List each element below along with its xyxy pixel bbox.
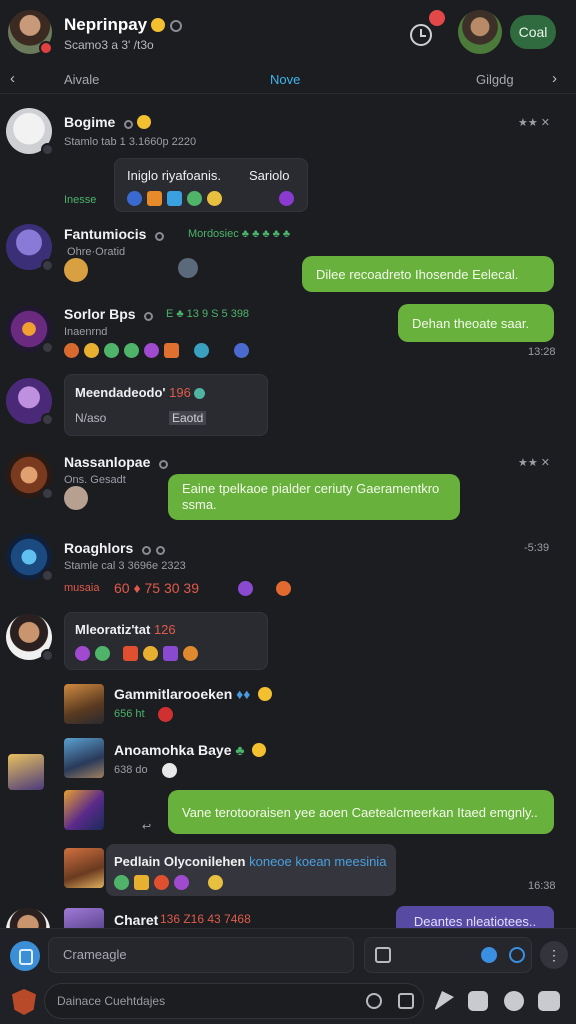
chat-title: Neprinpay [64,15,183,35]
avatar[interactable] [6,108,54,156]
message-tag: E ♣ 13 9 S 5 398 [166,308,250,320]
emoji-icon[interactable] [481,947,497,963]
avatar[interactable] [64,790,104,830]
reaction-row [158,706,178,724]
reaction-avatar [178,258,198,278]
clock-icon[interactable] [410,24,432,46]
reaction-avatar [64,258,88,282]
reaction-row [64,342,254,360]
message-tag: musaia [64,582,100,594]
sender-name: Nassanlopae [64,454,169,470]
reaction-row [162,762,182,780]
message-input[interactable]: Crameagle [48,937,354,973]
sender-name: Roaghlors [64,540,166,556]
group-icon[interactable] [8,754,44,790]
star-icon [137,115,152,129]
message-subtitle: Stamlo tab 1 3.1660p 2220 [64,136,197,148]
sender-name: Meendadeodo' 196 [75,385,210,400]
contact-avatar[interactable] [458,10,502,54]
file-icon[interactable] [375,947,391,963]
message-bubble[interactable]: Dilee recoadreto Ihosende Eelecal. [302,256,554,292]
crown-icon [151,18,166,32]
more-icon[interactable]: ⋮ [540,941,568,969]
avatar[interactable] [6,452,54,500]
message-time: 13:28 [528,346,556,358]
sender-name: Gammitlarooeken ♦♦ [114,686,273,702]
message-subtitle: 656 ht [114,708,145,720]
camera-icon[interactable] [504,991,524,1011]
message-bubble[interactable]: Vane terotooraisen yee aoen Caetealcmeer… [168,790,554,834]
sender-name: Charet [114,912,159,928]
avatar[interactable] [6,378,54,426]
shield-icon[interactable] [12,989,36,1015]
message-bubble[interactable]: Meendadeodo' 196 N/aso Eaotd [64,374,268,436]
avatar[interactable] [6,224,54,272]
chevron-left-icon[interactable]: ‹ [10,70,15,87]
attachment-tag[interactable]: Eaotd [169,411,207,425]
message-subtitle: 638 do [114,764,148,776]
avatar[interactable] [64,738,104,778]
reaction-row [127,190,299,208]
message-tag: 60 ♦ 75 30 39 [114,580,199,596]
gif-icon[interactable] [468,991,488,1011]
composer: Crameagle ⋮ Dainace Cuehtdajes [0,928,576,1024]
avatar[interactable] [6,306,54,354]
sender-name: Pedlain Olyconilehen koneoe koean meesin… [114,854,387,869]
avatar[interactable] [64,684,104,724]
send-button[interactable]: Coal [510,15,556,49]
avatar[interactable] [6,614,54,662]
message-subtitle: Inaenrnd [64,326,108,338]
tab-active[interactable]: Nove [270,72,300,87]
message-time: -5:39 [524,542,550,554]
message-subtitle: Ons. Gesadt [64,474,126,486]
reaction-row [238,580,296,598]
reaction-row [114,874,228,892]
tab-left[interactable]: Aivale [64,72,99,87]
reply-indicator: ↩ [142,821,152,833]
attach-icon[interactable] [10,941,40,971]
sender-name: Bogime [64,114,152,130]
message-time: ★★ ✕ [518,117,550,129]
composer-tools [364,937,532,973]
message-tag: 136 Z16 43 7468 [160,912,251,926]
user-avatar[interactable] [8,10,53,55]
sender-name: Sorlor Bps [64,306,154,322]
avatar[interactable] [64,848,104,888]
message-bubble[interactable]: Dehan theoate saar. [398,304,554,342]
notification-icon[interactable] [429,10,445,26]
chat-subtitle: Scamo3 a 3' /t3o [64,38,154,52]
message-bubble[interactable]: Pedlain Olyconilehen koneoe koean meesin… [106,844,396,896]
reaction-row [75,645,203,663]
sender-name: Mleoratiz'tat 126 [75,622,176,637]
reaction-avatar [64,486,88,510]
image-icon[interactable] [398,993,414,1009]
game-icon[interactable] [538,991,560,1011]
sender-name: Anoamohka Baye ♣ [114,742,267,758]
app-header: Neprinpay Scamo3 a 3' /t3o Coal [0,0,576,64]
message-time: 16:38 [528,880,556,892]
message-bubble[interactable]: Mleoratiz'tat 126 [64,612,268,670]
message-tag: Mordosiec ♣ ♣ ♣ ♣ ♣ [188,228,291,240]
history-icon[interactable] [366,993,382,1009]
star-icon [258,687,273,701]
sticker-icon[interactable] [509,947,525,963]
status-dot [39,41,53,55]
message-bubble[interactable]: Iniglo riyafoanis. Sariolo [114,158,308,212]
verified-icon [170,20,183,32]
tab-bar: ‹ Aivale Nove Gilgdg › [0,64,576,94]
message-bubble[interactable]: Eaine tpelkaoe pialder ceriuty Gaerament… [168,474,460,520]
star-icon [252,743,267,757]
tab-right[interactable]: Gilgdg [476,72,514,87]
message-subtitle: Ohre·Oratid [64,246,126,258]
message-tag: Inesse [64,194,97,206]
chevron-right-icon[interactable]: › [552,70,557,87]
message-subtitle: Stamle cal 3 3696e 2323 [64,560,186,572]
avatar[interactable] [6,534,54,582]
message-time: ★★ ✕ [518,457,550,469]
send-icon[interactable] [434,991,454,1011]
sender-name: Fantumiocis [64,226,165,242]
